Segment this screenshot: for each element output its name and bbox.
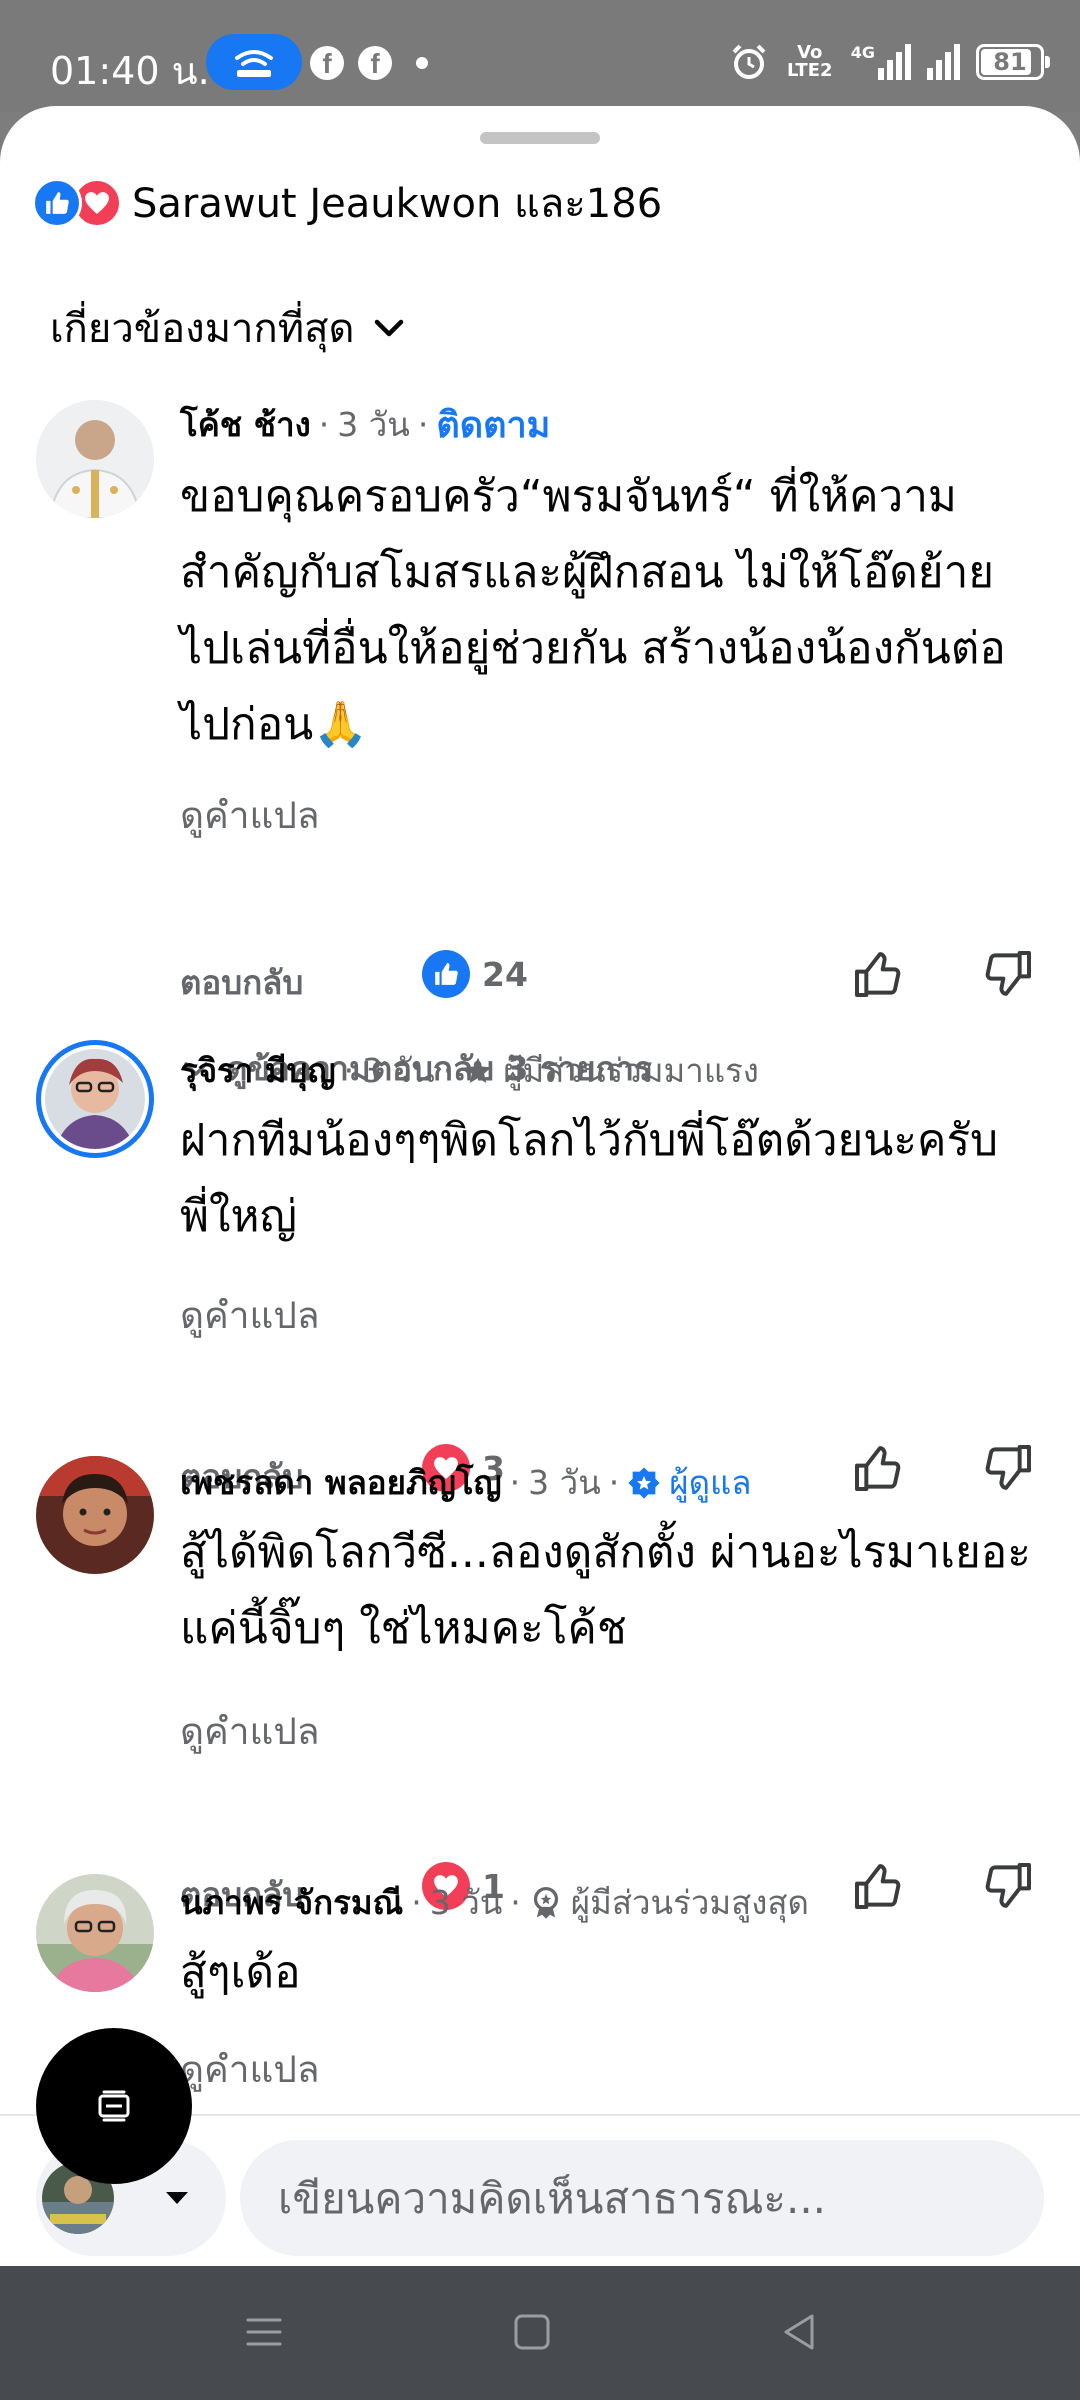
caret-down-icon	[166, 2192, 188, 2204]
reaction-count[interactable]: 24	[422, 950, 528, 998]
hotspot-icon	[235, 50, 273, 77]
facebook-notification-icon: f	[358, 46, 392, 80]
comment-time: 3 วัน	[429, 1883, 503, 1922]
sort-label: เกี่ยวข้องมากที่สุด	[50, 306, 355, 352]
screen-capture-icon	[98, 2090, 130, 2122]
comment-item: โค้ช ช้าง · 3 วัน · ติดตาม ขอบคุณครอบครั…	[0, 396, 1080, 837]
comment-body: นภาพร จักรมณี · 3 วัน · ผู้มีส่วนร่วมสูง…	[180, 1876, 1040, 2011]
comment-header: เพชรลดา พลอยภิญโญ · 3 วัน · ผู้ดูแล	[180, 1456, 1040, 1509]
admin-badge-icon	[627, 1466, 661, 1500]
status-indicators: Vo LTE2 4G 81	[729, 36, 1050, 88]
comment-text: สู้ได้พิดโลกวีซี...ลองดูสักตั้ง ผ่านอะไร…	[180, 1527, 1031, 1654]
comment-input[interactable]	[240, 2140, 1044, 2256]
chevron-down-icon	[374, 319, 403, 337]
avatar[interactable]	[36, 400, 154, 518]
thumbs-up-icon[interactable]	[850, 946, 906, 1002]
system-navigation-bar	[0, 2266, 1080, 2400]
commenter-name[interactable]: นภาพร จักรมณี	[180, 1876, 403, 1929]
commenter-name[interactable]: รุจิรา มีบุญ	[180, 1044, 336, 1097]
like-icon	[32, 178, 82, 228]
back-button[interactable]	[772, 2304, 828, 2360]
comment-body: โค้ช ช้าง · 3 วัน · ติดตาม ขอบคุณครอบครั…	[180, 396, 1040, 763]
more-notifications-dot	[416, 57, 428, 69]
see-translation-link[interactable]: ดูคำแปล	[180, 1702, 320, 1761]
comment-time: 3 วัน	[528, 1463, 601, 1502]
floating-screen-button[interactable]	[36, 2028, 192, 2184]
comment-actions: ตอบกลับ 24	[180, 946, 1040, 1006]
user-badge: ผู้มีส่วนร่วมมาแรง	[503, 1051, 759, 1090]
volte-label: Vo LTE2	[786, 42, 833, 81]
comment-header: รุจิรา มีบุญ · 3 วัน · ผู้มีส่วนร่วมมาแร…	[180, 1044, 1040, 1097]
comment-body: รุจิรา มีบุญ · 3 วัน · ผู้มีส่วนร่วมมาแร…	[180, 1044, 1040, 1255]
follow-link[interactable]: ติดตาม	[436, 396, 550, 453]
comments-sheet: Sarawut Jeaukwon และ186 เกี่ยวข้องมากที่…	[0, 106, 1080, 2266]
commenter-name[interactable]: โค้ช ช้าง	[180, 398, 311, 451]
commenter-name[interactable]: เพชรลดา พลอยภิญโญ	[180, 1456, 502, 1509]
signal-icon: 4G	[851, 44, 911, 80]
reactions-summary-text: Sarawut Jeaukwon และ186	[132, 181, 663, 227]
battery-percent: 81	[993, 48, 1027, 76]
facebook-notification-icon: f	[310, 46, 344, 80]
thumbs-down-icon[interactable]	[980, 946, 1036, 1002]
comment-header: นภาพร จักรมณี · 3 วัน · ผู้มีส่วนร่วมสูง…	[180, 1876, 1040, 1929]
rising-fan-star-icon	[461, 1054, 495, 1088]
see-translation-link[interactable]: ดูคำแปล	[180, 786, 320, 845]
menu-icon	[246, 2318, 282, 2346]
back-triangle-icon	[784, 2314, 814, 2350]
avatar[interactable]	[36, 1874, 154, 1992]
like-icon	[422, 950, 470, 998]
comment-text: ฝากทีมน้องๆๆพิดโลกไว้กับพี่โอ๊ตด้วยนะครั…	[180, 1115, 999, 1242]
comment-text: สู้ๆเด้อ	[180, 1947, 301, 1998]
network-type: 4G	[850, 43, 875, 62]
hotspot-indicator	[206, 34, 302, 90]
avatar[interactable]	[36, 1456, 154, 1574]
avatar[interactable]	[36, 1040, 154, 1158]
comment-time: 3 วัน	[362, 1051, 435, 1090]
top-fan-badge-icon	[529, 1886, 563, 1920]
user-badge: ผู้มีส่วนร่วมสูงสุด	[570, 1883, 809, 1922]
home-square-icon	[514, 2314, 550, 2350]
status-time: 01:40 น.	[50, 49, 210, 93]
reactions-summary[interactable]: Sarawut Jeaukwon และ186	[32, 172, 662, 234]
user-badge: ผู้ดูแล	[669, 1463, 752, 1502]
comment-body: เพชรลดา พลอยภิญโญ · 3 วัน · ผู้ดูแล สู้ไ…	[180, 1456, 1040, 1667]
see-translation-link[interactable]: ดูคำแปล	[180, 1286, 320, 1345]
alarm-icon	[732, 44, 766, 79]
signal-icon	[927, 44, 960, 80]
comment-time: 3 วัน	[337, 405, 410, 444]
comment-header: โค้ช ช้าง · 3 วัน · ติดตาม	[180, 396, 1040, 453]
reaction-count-text: 24	[482, 954, 528, 994]
home-button[interactable]	[504, 2304, 560, 2360]
recent-apps-button[interactable]	[236, 2304, 292, 2360]
reply-button[interactable]: ตอบกลับ	[180, 956, 303, 1009]
battery-icon: 81	[976, 44, 1050, 80]
status-bar: 01:40 น. f f Vo LTE2 4G 81	[0, 0, 1080, 112]
sort-dropdown[interactable]: เกี่ยวข้องมากที่สุด	[50, 296, 409, 360]
comment-text: ขอบคุณครอบครัว“พรมจันทร์“ ที่ให้ความสำคั…	[180, 471, 1006, 750]
see-translation-link[interactable]: ดูคำแปล	[180, 2040, 320, 2099]
drag-handle[interactable]	[480, 132, 600, 144]
